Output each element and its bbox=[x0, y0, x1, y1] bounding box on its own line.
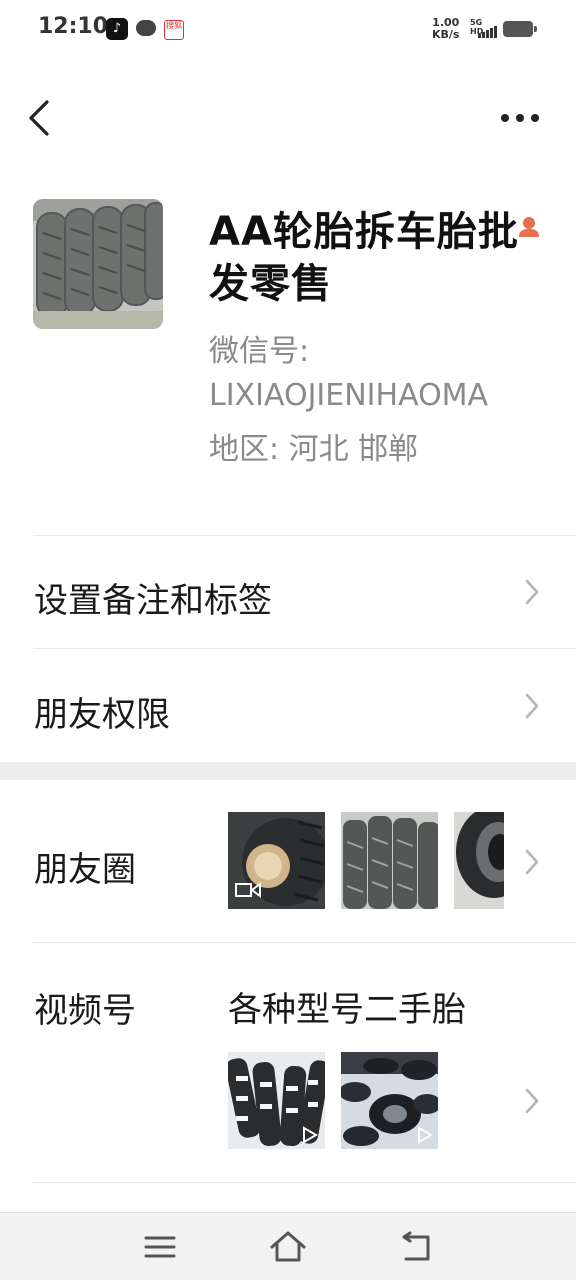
chevron-right-icon bbox=[525, 579, 539, 605]
moments-thumb-photo bbox=[341, 812, 438, 909]
status-time: 12:10 bbox=[38, 14, 109, 39]
channels-label: 视频号 bbox=[34, 991, 136, 1031]
profile-name: AA轮胎拆车胎批发零售 bbox=[209, 209, 519, 307]
signal-icon: 5G HD bbox=[470, 18, 498, 40]
tiktok-icon: ♪ bbox=[106, 18, 128, 40]
chat-bubble-icon bbox=[136, 20, 156, 36]
wechat-id: 微信号: LIXIAOJIENIHAOMA bbox=[209, 330, 549, 418]
back-button[interactable] bbox=[22, 96, 62, 140]
moments-row[interactable]: 朋友圈 bbox=[0, 780, 576, 942]
status-bar: 12:10 ♪ 搜狐 1.00 KB/s 5G HD bbox=[0, 0, 576, 60]
wechat-id-value: LIXIAOJIENIHAOMA bbox=[209, 378, 489, 413]
contact-profile-screen: 12:10 ♪ 搜狐 1.00 KB/s 5G HD AA轮胎拆车胎批发零售 微… bbox=[0, 0, 576, 1280]
chevron-right-icon bbox=[525, 1088, 539, 1114]
channels-thumb-2[interactable] bbox=[341, 1052, 438, 1149]
channels-title: 各种型号二手胎 bbox=[228, 990, 466, 1030]
chevron-right-icon bbox=[525, 849, 539, 875]
divider bbox=[33, 1182, 576, 1183]
channels-thumb-1[interactable] bbox=[228, 1052, 325, 1149]
news-app-icon: 搜狐 bbox=[164, 20, 184, 40]
wechat-id-label: 微信号: bbox=[209, 334, 310, 369]
home-icon[interactable] bbox=[268, 1227, 308, 1267]
back-icon[interactable] bbox=[396, 1227, 436, 1267]
menu-icon[interactable] bbox=[140, 1227, 180, 1267]
section-gap bbox=[0, 762, 576, 780]
battery-icon bbox=[503, 21, 537, 37]
moments-thumb-partial bbox=[454, 812, 504, 909]
more-button[interactable] bbox=[496, 104, 546, 132]
network-speed: 1.00 KB/s bbox=[432, 17, 459, 41]
remark-tags-label: 设置备注和标签 bbox=[34, 581, 272, 621]
more-dots-icon bbox=[501, 114, 539, 122]
tire-photo bbox=[33, 199, 163, 329]
friend-permissions-row[interactable]: 朋友权限 bbox=[0, 649, 576, 762]
region: 地区: 河北 邯郸 bbox=[209, 432, 419, 467]
chevron-left-icon bbox=[29, 100, 49, 136]
friend-permissions-label: 朋友权限 bbox=[34, 695, 170, 735]
system-navigation-bar bbox=[0, 1212, 576, 1280]
moments-thumb-video bbox=[228, 812, 325, 909]
moments-label: 朋友圈 bbox=[34, 850, 136, 890]
chevron-right-icon bbox=[525, 693, 539, 719]
person-icon bbox=[519, 217, 539, 237]
network-speed-unit: KB/s bbox=[432, 28, 460, 41]
avatar[interactable] bbox=[33, 199, 163, 329]
remark-tags-row[interactable]: 设置备注和标签 bbox=[0, 536, 576, 648]
